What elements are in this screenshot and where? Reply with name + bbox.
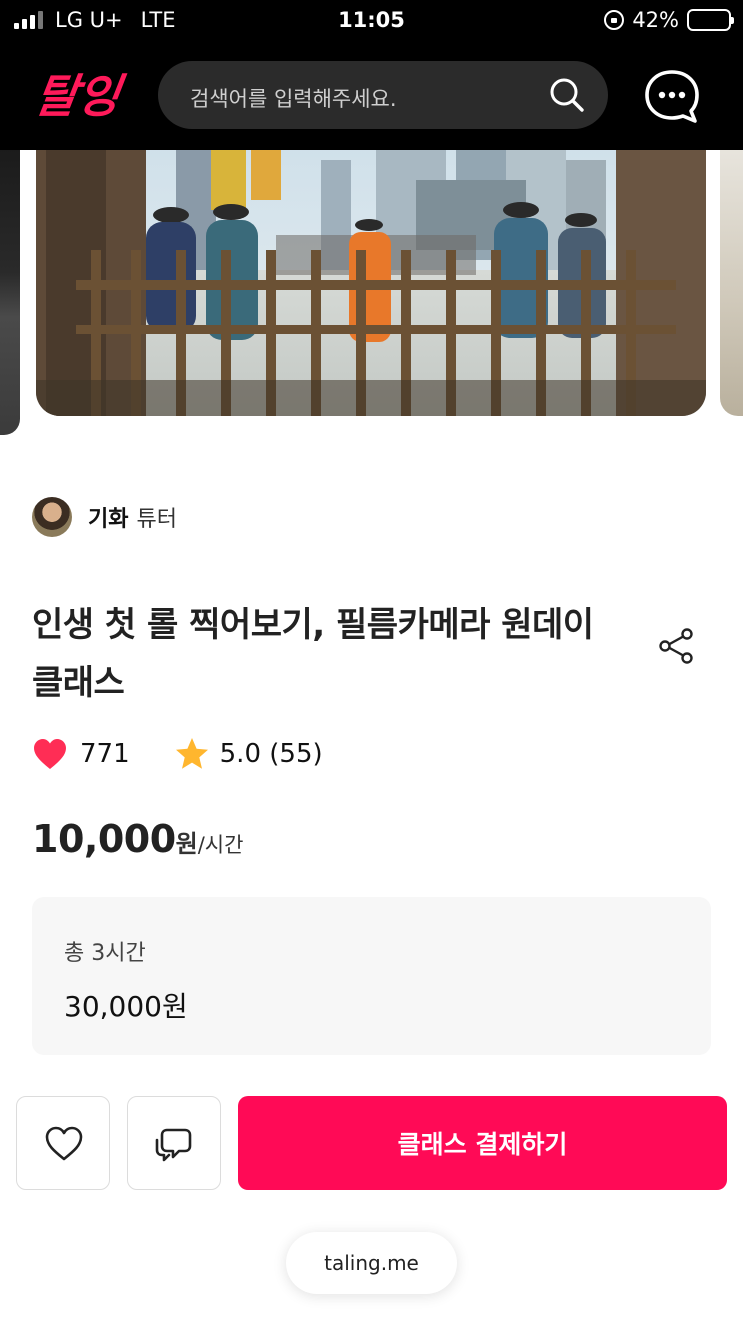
taling-logo[interactable]: 탈잉	[38, 62, 138, 124]
battery-percent: 42%	[632, 8, 679, 32]
heart-icon	[34, 739, 66, 769]
message-button[interactable]	[127, 1096, 221, 1190]
heart-outline-icon	[45, 1126, 83, 1161]
share-icon[interactable]	[656, 626, 696, 666]
total-hours: 총 3시간	[64, 941, 146, 966]
class-stats: 771 5.0 (55)	[32, 737, 323, 771]
status-right: 42%	[604, 8, 734, 32]
price-unit: /시간	[197, 833, 244, 857]
tutor-info[interactable]: 기화 튜터	[32, 497, 177, 537]
search-input[interactable]: 검색어를 입력해주세요.	[190, 83, 397, 113]
price-value: 10,000	[32, 817, 176, 861]
rating-text: 5.0 (55)	[219, 739, 323, 769]
status-bar: LG U+ LTE 11:05 42%	[0, 0, 743, 44]
message-icon	[155, 1128, 192, 1162]
likes-count: 771	[80, 739, 130, 769]
like-button[interactable]	[16, 1096, 110, 1190]
carousel-prev-card[interactable]	[0, 150, 20, 435]
carousel-next-card[interactable]	[720, 150, 743, 416]
class-cover-image[interactable]	[36, 150, 706, 416]
search-icon[interactable]	[548, 76, 586, 114]
hero-carousel[interactable]	[0, 150, 743, 440]
battery-icon	[687, 9, 734, 31]
total-summary: 총 3시간 30,000원	[32, 897, 711, 1055]
avatar[interactable]	[32, 497, 72, 537]
price-currency: 원	[175, 830, 198, 858]
total-price: 30,000원	[64, 990, 188, 1023]
chat-bubble-icon[interactable]	[643, 68, 701, 124]
search-bar[interactable]: 검색어를 입력해주세요.	[158, 61, 608, 129]
rotation-lock-icon	[604, 10, 625, 30]
pay-button[interactable]: 클래스 결제하기	[238, 1096, 727, 1190]
price: 10,000 원 /시간	[32, 817, 243, 861]
class-title: 인생 첫 롤 찍어보기, 필름카메라 원데이 클래스	[32, 605, 594, 703]
star-icon	[175, 738, 208, 769]
tutor-name[interactable]: 기화	[88, 501, 128, 533]
app-header: 탈잉 검색어를 입력해주세요.	[0, 44, 743, 150]
tutor-suffix: 튜터	[136, 507, 177, 532]
url-pill[interactable]: taling.me	[286, 1232, 457, 1294]
logo-text: 탈잉	[38, 69, 129, 123]
